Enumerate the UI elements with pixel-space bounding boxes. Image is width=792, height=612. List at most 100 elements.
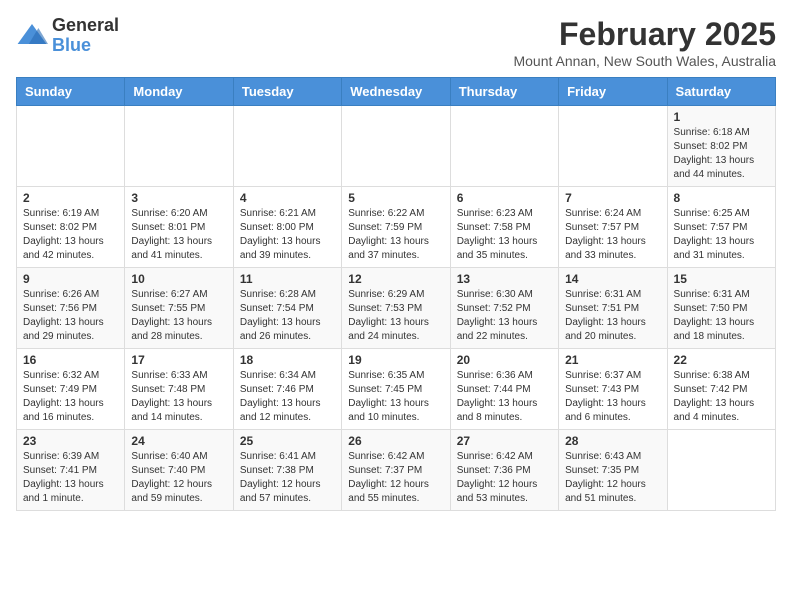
logo-general-text: General — [52, 16, 119, 36]
day-number: 14 — [565, 272, 660, 286]
day-number: 21 — [565, 353, 660, 367]
calendar-cell: 3 Sunrise: 6:20 AM Sunset: 8:01 PM Daylig… — [125, 187, 233, 268]
logo-text: General Blue — [52, 16, 119, 56]
calendar-cell: 7 Sunrise: 6:24 AM Sunset: 7:57 PM Daylig… — [559, 187, 667, 268]
day-info: Sunrise: 6:33 AM Sunset: 7:48 PM Dayligh… — [131, 369, 226, 425]
day-info: Sunrise: 6:42 AM Sunset: 7:36 PM Dayligh… — [457, 450, 552, 506]
location-subtitle: Mount Annan, New South Wales, Australia — [513, 53, 776, 69]
calendar-cell: 27 Sunrise: 6:42 AM Sunset: 7:36 PM Dayli… — [450, 430, 558, 511]
weekday-header-saturday: Saturday — [667, 78, 775, 106]
week-row-4: 16Sunrise: 6:32 AM Sunset: 7:49 PM Dayli… — [17, 349, 776, 430]
calendar-cell: 14Sunrise: 6:31 AM Sunset: 7:51 PM Dayli… — [559, 268, 667, 349]
day-info: Sunrise: 6:42 AM Sunset: 7:37 PM Dayligh… — [348, 450, 443, 506]
calendar-cell — [450, 106, 558, 187]
day-info: Sunrise: 6:38 AM Sunset: 7:42 PM Dayligh… — [674, 369, 769, 425]
calendar-cell: 10 Sunrise: 6:27 AM Sunset: 7:55 PM Dayli… — [125, 268, 233, 349]
logo: General Blue — [16, 16, 119, 56]
day-info: Sunrise: 6:34 AM Sunset: 7:46 PM Dayligh… — [240, 369, 335, 425]
calendar-cell: 5 Sunrise: 6:22 AM Sunset: 7:59 PM Daylig… — [342, 187, 450, 268]
day-number: 15 — [674, 272, 769, 286]
month-year-title: February 2025 — [513, 16, 776, 53]
day-number: 25 — [240, 434, 335, 448]
day-number: 9 — [23, 272, 118, 286]
calendar-cell: 2 Sunrise: 6:19 AM Sunset: 8:02 PM Daylig… — [17, 187, 125, 268]
page-header: General Blue February 2025 Mount Annan, … — [16, 16, 776, 69]
day-number: 4 — [240, 191, 335, 205]
day-number: 28 — [565, 434, 660, 448]
calendar-cell: 15 Sunrise: 6:31 AM Sunset: 7:50 PM Dayli… — [667, 268, 775, 349]
day-info: Sunrise: 6:25 AM Sunset: 7:57 PM Dayligh… — [674, 207, 769, 263]
day-info: Sunrise: 6:19 AM Sunset: 8:02 PM Dayligh… — [23, 207, 118, 263]
day-number: 24 — [131, 434, 226, 448]
day-number: 10 — [131, 272, 226, 286]
weekday-header-wednesday: Wednesday — [342, 78, 450, 106]
calendar-cell: 22 Sunrise: 6:38 AM Sunset: 7:42 PM Dayli… — [667, 349, 775, 430]
day-info: Sunrise: 6:37 AM Sunset: 7:43 PM Dayligh… — [565, 369, 660, 425]
calendar-cell: 20 Sunrise: 6:36 AM Sunset: 7:44 PM Dayli… — [450, 349, 558, 430]
week-row-3: 9 Sunrise: 6:26 AM Sunset: 7:56 PM Daylig… — [17, 268, 776, 349]
day-number: 8 — [674, 191, 769, 205]
day-number: 13 — [457, 272, 552, 286]
weekday-header-monday: Monday — [125, 78, 233, 106]
day-number: 22 — [674, 353, 769, 367]
calendar-cell: 18 Sunrise: 6:34 AM Sunset: 7:46 PM Dayli… — [233, 349, 341, 430]
day-number: 23 — [23, 434, 118, 448]
calendar-cell: 19Sunrise: 6:35 AM Sunset: 7:45 PM Dayli… — [342, 349, 450, 430]
weekday-header-friday: Friday — [559, 78, 667, 106]
day-info: Sunrise: 6:20 AM Sunset: 8:01 PM Dayligh… — [131, 207, 226, 263]
weekday-header-row: SundayMondayTuesdayWednesdayThursdayFrid… — [17, 78, 776, 106]
calendar-cell — [667, 430, 775, 511]
weekday-header-thursday: Thursday — [450, 78, 558, 106]
calendar-cell: 17Sunrise: 6:33 AM Sunset: 7:48 PM Dayli… — [125, 349, 233, 430]
calendar-cell: 13 Sunrise: 6:30 AM Sunset: 7:52 PM Dayli… — [450, 268, 558, 349]
day-number: 5 — [348, 191, 443, 205]
calendar-cell: 1Sunrise: 6:18 AM Sunset: 8:02 PM Daylig… — [667, 106, 775, 187]
logo-icon — [16, 20, 48, 52]
day-info: Sunrise: 6:31 AM Sunset: 7:50 PM Dayligh… — [674, 288, 769, 344]
day-info: Sunrise: 6:26 AM Sunset: 7:56 PM Dayligh… — [23, 288, 118, 344]
day-info: Sunrise: 6:40 AM Sunset: 7:40 PM Dayligh… — [131, 450, 226, 506]
day-info: Sunrise: 6:39 AM Sunset: 7:41 PM Dayligh… — [23, 450, 118, 506]
logo-blue-text: Blue — [52, 36, 119, 56]
calendar-cell — [125, 106, 233, 187]
day-info: Sunrise: 6:24 AM Sunset: 7:57 PM Dayligh… — [565, 207, 660, 263]
day-info: Sunrise: 6:30 AM Sunset: 7:52 PM Dayligh… — [457, 288, 552, 344]
day-number: 20 — [457, 353, 552, 367]
weekday-header-tuesday: Tuesday — [233, 78, 341, 106]
calendar-cell: 12 Sunrise: 6:29 AM Sunset: 7:53 PM Dayli… — [342, 268, 450, 349]
day-number: 12 — [348, 272, 443, 286]
day-info: Sunrise: 6:22 AM Sunset: 7:59 PM Dayligh… — [348, 207, 443, 263]
calendar-cell — [342, 106, 450, 187]
calendar-cell: 21 Sunrise: 6:37 AM Sunset: 7:43 PM Dayli… — [559, 349, 667, 430]
calendar-cell: 24 Sunrise: 6:40 AM Sunset: 7:40 PM Dayli… — [125, 430, 233, 511]
day-info: Sunrise: 6:29 AM Sunset: 7:53 PM Dayligh… — [348, 288, 443, 344]
calendar-cell: 9 Sunrise: 6:26 AM Sunset: 7:56 PM Daylig… — [17, 268, 125, 349]
day-number: 7 — [565, 191, 660, 205]
weekday-header-sunday: Sunday — [17, 78, 125, 106]
day-number: 2 — [23, 191, 118, 205]
day-info: Sunrise: 6:36 AM Sunset: 7:44 PM Dayligh… — [457, 369, 552, 425]
calendar-cell: 28Sunrise: 6:43 AM Sunset: 7:35 PM Dayli… — [559, 430, 667, 511]
day-info: Sunrise: 6:35 AM Sunset: 7:45 PM Dayligh… — [348, 369, 443, 425]
day-info: Sunrise: 6:23 AM Sunset: 7:58 PM Dayligh… — [457, 207, 552, 263]
day-info: Sunrise: 6:41 AM Sunset: 7:38 PM Dayligh… — [240, 450, 335, 506]
day-number: 27 — [457, 434, 552, 448]
week-row-2: 2 Sunrise: 6:19 AM Sunset: 8:02 PM Daylig… — [17, 187, 776, 268]
day-info: Sunrise: 6:21 AM Sunset: 8:00 PM Dayligh… — [240, 207, 335, 263]
calendar-cell: 4 Sunrise: 6:21 AM Sunset: 8:00 PM Daylig… — [233, 187, 341, 268]
calendar-cell: 16Sunrise: 6:32 AM Sunset: 7:49 PM Dayli… — [17, 349, 125, 430]
calendar-cell: 23 Sunrise: 6:39 AM Sunset: 7:41 PM Dayli… — [17, 430, 125, 511]
day-info: Sunrise: 6:18 AM Sunset: 8:02 PM Dayligh… — [674, 126, 769, 182]
day-number: 16 — [23, 353, 118, 367]
day-number: 26 — [348, 434, 443, 448]
day-info: Sunrise: 6:28 AM Sunset: 7:54 PM Dayligh… — [240, 288, 335, 344]
day-number: 18 — [240, 353, 335, 367]
day-info: Sunrise: 6:27 AM Sunset: 7:55 PM Dayligh… — [131, 288, 226, 344]
calendar-cell: 6 Sunrise: 6:23 AM Sunset: 7:58 PM Daylig… — [450, 187, 558, 268]
day-number: 3 — [131, 191, 226, 205]
calendar-cell: 25 Sunrise: 6:41 AM Sunset: 7:38 PM Dayli… — [233, 430, 341, 511]
day-number: 6 — [457, 191, 552, 205]
week-row-5: 23 Sunrise: 6:39 AM Sunset: 7:41 PM Dayli… — [17, 430, 776, 511]
calendar-cell: 26 Sunrise: 6:42 AM Sunset: 7:37 PM Dayli… — [342, 430, 450, 511]
title-block: February 2025 Mount Annan, New South Wal… — [513, 16, 776, 69]
